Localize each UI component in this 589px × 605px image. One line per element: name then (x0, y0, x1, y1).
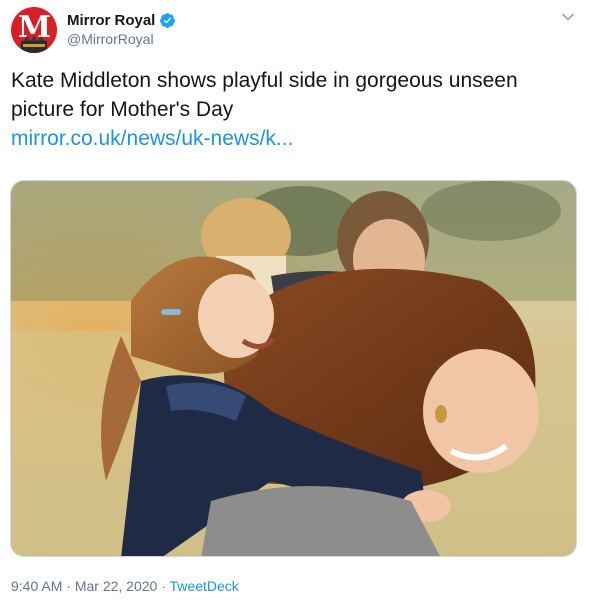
crown-icon (21, 35, 47, 53)
meta-separator: · (66, 578, 71, 594)
tweet-card: M Mirror Royal @MirrorRoyal Kate Middlet… (0, 0, 589, 605)
chevron-down-icon[interactable] (561, 10, 575, 24)
tweet-photo[interactable] (10, 180, 577, 557)
tweet-date[interactable]: Mar 22, 2020 (75, 578, 158, 594)
tweet-text: Kate Middleton shows playful side in gor… (11, 69, 518, 121)
tweet-body: Kate Middleton shows playful side in gor… (11, 66, 571, 153)
meta-separator: · (161, 578, 166, 594)
display-name[interactable]: Mirror Royal (67, 12, 155, 29)
tweet-link[interactable]: mirror.co.uk/news/uk-news/k... (11, 124, 571, 153)
verified-badge-icon (160, 12, 176, 28)
name-row: Mirror Royal (67, 11, 176, 29)
avatar[interactable]: M (11, 7, 57, 53)
handle[interactable]: @MirrorRoyal (67, 31, 176, 47)
author-block: Mirror Royal @MirrorRoyal (67, 11, 176, 47)
photo-illustration (11, 181, 576, 556)
tweet-source[interactable]: TweetDeck (170, 578, 239, 594)
tweet-time[interactable]: 9:40 AM (11, 578, 62, 594)
tweet-meta: 9:40 AM · Mar 22, 2020 · TweetDeck (11, 578, 239, 594)
